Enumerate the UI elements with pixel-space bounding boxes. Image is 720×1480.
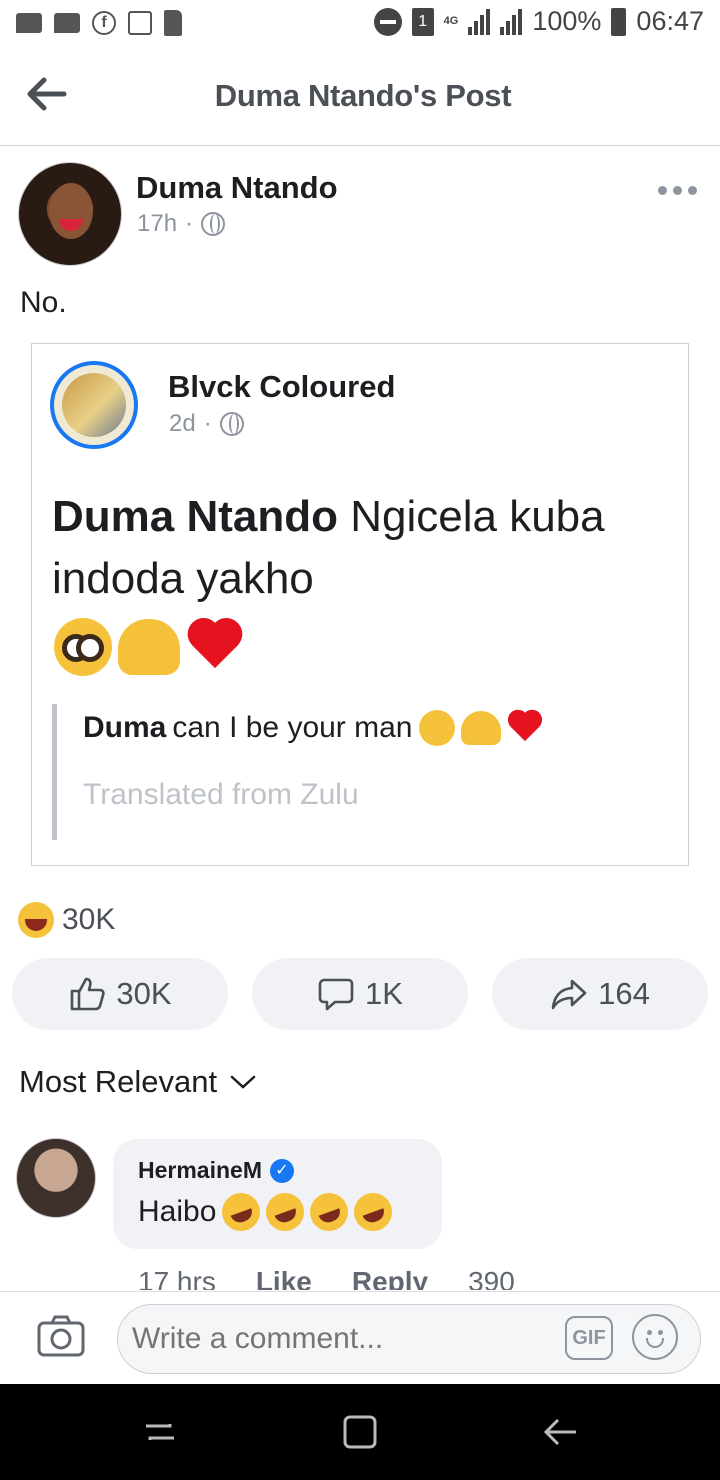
comment-body: Haibo (138, 1195, 217, 1228)
pleading-face-emoji (54, 618, 112, 676)
comment-input[interactable] (117, 1304, 701, 1374)
post-time: 17h (137, 210, 178, 237)
recent-apps-button[interactable] (140, 1412, 180, 1452)
shared-time: 2d (169, 410, 196, 437)
facebook-icon: f (92, 11, 116, 35)
translation-mention: Duma (83, 711, 167, 744)
sim-indicator: 1 (411, 7, 434, 36)
post-text: No. (20, 286, 67, 319)
avatar[interactable] (18, 162, 122, 266)
share-button[interactable]: 164 (492, 958, 708, 1030)
comment-count: 1K (365, 976, 403, 1011)
network-type: 4G (443, 15, 459, 27)
shared-emoji-row (54, 618, 244, 676)
like-count: 30K (116, 976, 172, 1011)
red-heart-emoji (507, 711, 543, 745)
translation-body: can I be your man (172, 711, 413, 744)
comment-reply-button[interactable]: Reply (352, 1266, 428, 1290)
gif-button[interactable]: GIF (565, 1316, 613, 1360)
battery-percent: 100% (532, 6, 602, 36)
comment-author[interactable]: HermaineM ✓ (138, 1157, 294, 1184)
home-icon (343, 1415, 377, 1449)
recent-apps-icon (146, 1424, 174, 1440)
smiley-icon (646, 1338, 664, 1348)
comment-meta: 17 hrs Like Reply 390 (138, 1266, 638, 1290)
shared-author[interactable]: Blvck Coloured (168, 369, 395, 405)
clock: 06:47 (636, 6, 704, 36)
action-bar: 30K 1K 164 (12, 958, 708, 1030)
message-icon (54, 13, 80, 33)
home-button[interactable] (340, 1412, 380, 1452)
red-heart-emoji (186, 620, 244, 674)
comment-author-name[interactable]: HermaineM (138, 1157, 262, 1184)
more-options-button[interactable] (658, 186, 698, 202)
share-icon (551, 979, 587, 1010)
shared-meta: 2d · (169, 410, 244, 438)
page-title: Duma Ntando's Post (214, 78, 512, 113)
do-not-disturb-icon (373, 7, 402, 36)
comment-like-button[interactable]: Like (256, 1266, 312, 1290)
thumbs-up-icon (71, 977, 106, 1011)
camera-icon (37, 1315, 85, 1357)
shared-body: Duma Ntando Ngicela kuba indoda yakho (52, 486, 662, 610)
signal-icon (468, 8, 491, 35)
pleading-face-emoji (418, 710, 455, 746)
rofl-emoji (305, 1187, 354, 1237)
chevron-down-icon (230, 1075, 256, 1089)
comment-icon (318, 978, 354, 1011)
status-bar: f 1 4G 100% 06:47 (0, 0, 720, 50)
translation-text: Duma can I be your man (83, 710, 543, 746)
raising-hands-emoji (460, 711, 501, 745)
comment-time: 17 hrs (138, 1266, 216, 1290)
camera-button[interactable] (36, 1314, 86, 1358)
rofl-emoji (217, 1187, 266, 1237)
rofl-emoji (349, 1187, 398, 1237)
comment-composer: GIF (0, 1291, 720, 1384)
sd-card-icon (164, 10, 182, 36)
back-arrow-icon (543, 1418, 576, 1446)
translation-note[interactable]: Translated from Zulu (83, 778, 543, 812)
avatar[interactable] (50, 361, 138, 449)
navigation-bar (0, 1384, 720, 1480)
back-nav-button[interactable] (540, 1412, 580, 1452)
reaction-count: 30K (62, 903, 116, 936)
shared-post[interactable]: Blvck Coloured 2d · Duma Ntando Ngicela … (31, 343, 689, 866)
signal-icon (500, 8, 523, 35)
translation-block: Duma can I be your man Translated from Z… (52, 704, 543, 840)
message-icon (16, 13, 42, 33)
sort-label: Most Relevant (19, 1064, 218, 1099)
battery-icon (611, 7, 627, 36)
meta-separator: · (185, 210, 194, 237)
like-button[interactable]: 30K (12, 958, 228, 1030)
reaction-summary[interactable]: 30K (18, 902, 115, 938)
share-count: 164 (598, 976, 650, 1011)
raising-hands-emoji (118, 619, 180, 675)
emoji-button[interactable] (632, 1314, 678, 1360)
comment-text: Haibo (138, 1187, 398, 1237)
header: Duma Ntando's Post (0, 50, 720, 146)
globe-icon (219, 412, 244, 436)
comment-sort-dropdown[interactable]: Most Relevant (19, 1064, 257, 1100)
comment-bubble[interactable]: HermaineM ✓ Haibo (113, 1139, 442, 1249)
post-meta: 17h · (137, 210, 226, 238)
ellipsis-icon (658, 186, 667, 195)
avatar[interactable] (16, 1138, 96, 1218)
image-icon (128, 11, 152, 35)
rofl-emoji (261, 1187, 310, 1237)
comment-reaction-count[interactable]: 390 (468, 1266, 515, 1290)
post-author[interactable]: Duma Ntando (136, 170, 338, 206)
comment-button[interactable]: 1K (252, 958, 468, 1030)
globe-icon (201, 212, 226, 236)
verified-badge-icon: ✓ (269, 1158, 294, 1183)
meta-separator: · (203, 410, 212, 437)
haha-reaction-icon (18, 902, 54, 938)
shared-mention[interactable]: Duma Ntando (52, 492, 338, 541)
